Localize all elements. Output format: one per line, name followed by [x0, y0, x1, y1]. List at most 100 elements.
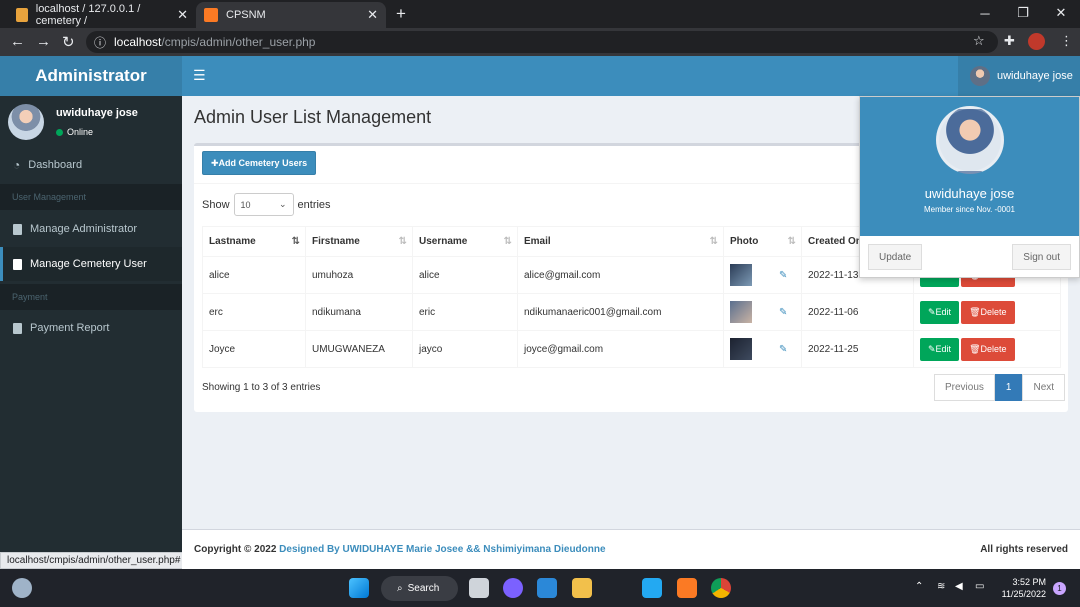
designer-link[interactable]: Designed By UWIDUHAYE Marie Josee && Nsh… — [279, 544, 605, 555]
column-header-firstname[interactable]: Firstname ⇅ — [305, 226, 413, 257]
cell-email: ndikumanaeric001@gmail.com — [517, 293, 724, 331]
page-title: Admin User List Management — [194, 107, 432, 127]
user-menu-name: uwiduhaye jose — [997, 70, 1073, 82]
window-controls: ─ ❐ ✕ — [966, 0, 1080, 26]
weather-icon[interactable] — [12, 578, 32, 598]
table-row: erc ndikumana eric ndikumanaeric001@gmai… — [202, 293, 1061, 331]
sign-out-button[interactable]: Sign out — [1012, 244, 1071, 270]
back-icon[interactable]: ← — [10, 33, 25, 50]
sidebar-item-manage-cemetery-user[interactable]: Manage Cemetery User — [0, 247, 182, 281]
next-page-button[interactable]: Next — [1022, 374, 1066, 401]
extensions-icon[interactable]: ✚ — [1004, 33, 1015, 49]
cell-actions: ✎ Edit🗑 Delete — [913, 293, 1061, 331]
entries-value: 10 — [240, 199, 251, 210]
menu-dots-icon[interactable]: ⋮ — [1060, 33, 1073, 49]
reload-icon[interactable]: ↻ — [62, 33, 75, 51]
show-hidden-icons-icon[interactable]: ⌃ — [915, 581, 923, 592]
battery-icon[interactable]: ▭ — [975, 581, 984, 592]
user-photo-thumbnail — [730, 264, 752, 286]
close-tab-icon[interactable]: ✕ — [367, 7, 378, 23]
edit-button[interactable]: ✎ Edit — [920, 300, 960, 324]
sidebar-item-label: Manage Administrator — [30, 223, 137, 235]
delete-button[interactable]: 🗑 Delete — [961, 300, 1015, 324]
footer-copyright: Copyright © 2022 Designed By UWIDUHAYE M… — [194, 544, 606, 555]
column-header-email[interactable]: Email ⇅ — [517, 226, 724, 257]
online-dot-icon — [56, 128, 63, 136]
button-label: Edit — [935, 344, 952, 354]
system-clock[interactable]: 3:52 PM 11/25/2022 — [1002, 576, 1046, 600]
column-header-lastname[interactable]: Lastname ⇅ — [202, 226, 306, 257]
file-explorer-icon[interactable] — [572, 578, 592, 598]
bookmark-star-icon[interactable]: ☆ — [973, 33, 985, 49]
column-header-username[interactable]: Username ⇅ — [412, 226, 518, 257]
cell-firstname: UMUGWANEZA — [305, 330, 413, 368]
restore-icon[interactable]: ❐ — [1004, 0, 1042, 26]
browser-tab-cpsnm[interactable]: CPSNM ✕ — [196, 2, 386, 28]
cell-photo: ✎ — [723, 256, 802, 294]
sidebar-item-payment-report[interactable]: Payment Report — [0, 311, 182, 345]
minimize-icon[interactable]: ─ — [966, 0, 1004, 26]
forward-icon[interactable]: → — [36, 33, 51, 50]
start-icon[interactable] — [349, 578, 369, 598]
avatar — [8, 104, 44, 140]
table-info: Showing 1 to 3 of 3 entries — [202, 382, 321, 393]
status-label: Online — [67, 127, 94, 137]
volume-icon[interactable]: ◀ — [955, 581, 963, 592]
sidebar-section-user-management: User Management — [0, 184, 182, 210]
user-dropdown-menu: uwiduhaye jose Member since Nov. -0001 U… — [859, 96, 1080, 278]
column-header-photo[interactable]: Photo ⇅ — [723, 226, 802, 257]
user-menu-toggle[interactable]: uwiduhaye jose — [958, 56, 1080, 96]
avatar — [936, 106, 1004, 174]
new-tab-icon[interactable]: + — [396, 4, 406, 24]
sidebar-item-label: Payment Report — [30, 322, 110, 334]
pagination: Previous 1 Next — [934, 374, 1066, 401]
sort-asc-icon: ⇅ — [291, 236, 300, 247]
close-window-icon[interactable]: ✕ — [1042, 0, 1080, 26]
chevron-down-icon: ⌄ — [278, 199, 287, 209]
cell-username: jayco — [412, 330, 518, 368]
taskbar-search[interactable]: ⌕ Search — [381, 576, 458, 601]
add-cemetery-users-button[interactable]: ✚ Add Cemetery Users — [202, 151, 317, 175]
store-icon[interactable] — [537, 578, 557, 598]
dropdown-user-name: uwiduhaye jose — [924, 186, 1015, 201]
vscode-icon[interactable] — [642, 578, 662, 598]
file-icon — [13, 322, 22, 334]
wifi-icon[interactable]: ≋ — [937, 581, 945, 592]
info-icon[interactable]: ⓘ — [94, 34, 106, 51]
entries-select[interactable]: 10 ⌄ — [233, 193, 294, 216]
cell-email: alice@gmail.com — [517, 256, 724, 294]
edit-button[interactable]: ✎ Edit — [920, 337, 960, 361]
sidebar-item-dashboard[interactable]: ◔ Dashboard — [0, 148, 182, 182]
browser-tab-phpmyadmin[interactable]: localhost / 127.0.0.1 / cemetery / ✕ — [8, 2, 196, 28]
edit-photo-icon[interactable]: ✎ — [779, 307, 787, 318]
sort-icon: ⇅ — [709, 236, 718, 247]
close-tab-icon[interactable]: ✕ — [177, 7, 188, 23]
profile-avatar[interactable] — [1028, 33, 1045, 50]
edit-photo-icon[interactable]: ✎ — [779, 270, 787, 281]
app-logo[interactable]: Administrator — [0, 56, 182, 96]
chrome-icon[interactable] — [711, 578, 731, 598]
xampp-icon[interactable] — [677, 578, 697, 598]
header-label: Photo — [730, 236, 759, 247]
sidebar-item-label: Manage Cemetery User — [30, 258, 147, 270]
address-bar[interactable]: ⓘ localhost/cmpis/admin/other_user.php — [86, 31, 998, 53]
update-button[interactable]: Update — [868, 244, 923, 270]
notification-badge[interactable]: 1 — [1053, 582, 1066, 595]
sidebar-toggle-icon[interactable]: ☰ — [193, 67, 206, 84]
file-icon — [13, 223, 22, 235]
copyright-text: Copyright © 2022 — [194, 544, 277, 555]
task-view-icon[interactable] — [469, 578, 489, 598]
page-1-button[interactable]: 1 — [994, 374, 1023, 401]
cell-actions: ✎ Edit🗑 Delete — [913, 330, 1061, 368]
sidebar-user-name: uwiduhaye jose — [56, 107, 138, 119]
clock-time: 3:52 PM — [1012, 577, 1046, 587]
button-label: Edit — [935, 307, 952, 317]
delete-button[interactable]: 🗑 Delete — [961, 337, 1015, 361]
edit-photo-icon[interactable]: ✎ — [779, 344, 787, 355]
show-label: Show — [202, 198, 230, 211]
previous-page-button[interactable]: Previous — [934, 374, 995, 401]
cell-email: joyce@gmail.com — [517, 330, 724, 368]
sidebar-item-manage-administrator[interactable]: Manage Administrator — [0, 212, 182, 246]
teams-chat-icon[interactable] — [503, 578, 523, 598]
search-label: Search — [407, 583, 440, 594]
